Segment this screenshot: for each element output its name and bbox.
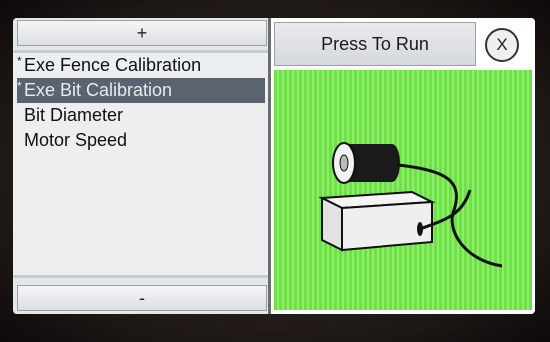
- scroll-down-button[interactable]: -: [17, 285, 267, 311]
- illustration-panel: [274, 70, 532, 310]
- motor-icon: [332, 142, 400, 184]
- workpiece-block-icon: [318, 190, 436, 252]
- menu-item-label: Exe Fence Calibration: [24, 55, 202, 75]
- close-button[interactable]: X: [485, 28, 519, 62]
- menu-item-bit-diameter[interactable]: Bit Diameter: [13, 103, 268, 128]
- menu-item-marker: *: [17, 79, 22, 93]
- press-to-run-button[interactable]: Press To Run: [274, 22, 476, 66]
- menu-item-marker: *: [17, 54, 22, 68]
- scroll-up-button[interactable]: +: [17, 20, 267, 46]
- menu-item-label: Bit Diameter: [24, 105, 124, 125]
- menu-item-exe-bit-calibration[interactable]: * Exe Bit Calibration: [17, 78, 265, 103]
- menu-item-label: Exe Bit Calibration: [24, 80, 173, 100]
- menu-item-exe-fence-calibration[interactable]: * Exe Fence Calibration: [13, 53, 268, 78]
- menu-item-label: Motor Speed: [24, 130, 128, 150]
- action-panel: Press To Run X: [271, 18, 535, 314]
- touch-screen: + * Exe Fence Calibration * Exe Bit Calibr…: [13, 18, 535, 314]
- menu-list: * Exe Fence Calibration * Exe Bit Calibrat…: [13, 50, 268, 278]
- menu-item-motor-speed[interactable]: Motor Speed: [13, 128, 268, 153]
- menu-panel: + * Exe Fence Calibration * Exe Bit Calibr…: [13, 18, 268, 314]
- router-bit-calibration-icon: [318, 142, 503, 268]
